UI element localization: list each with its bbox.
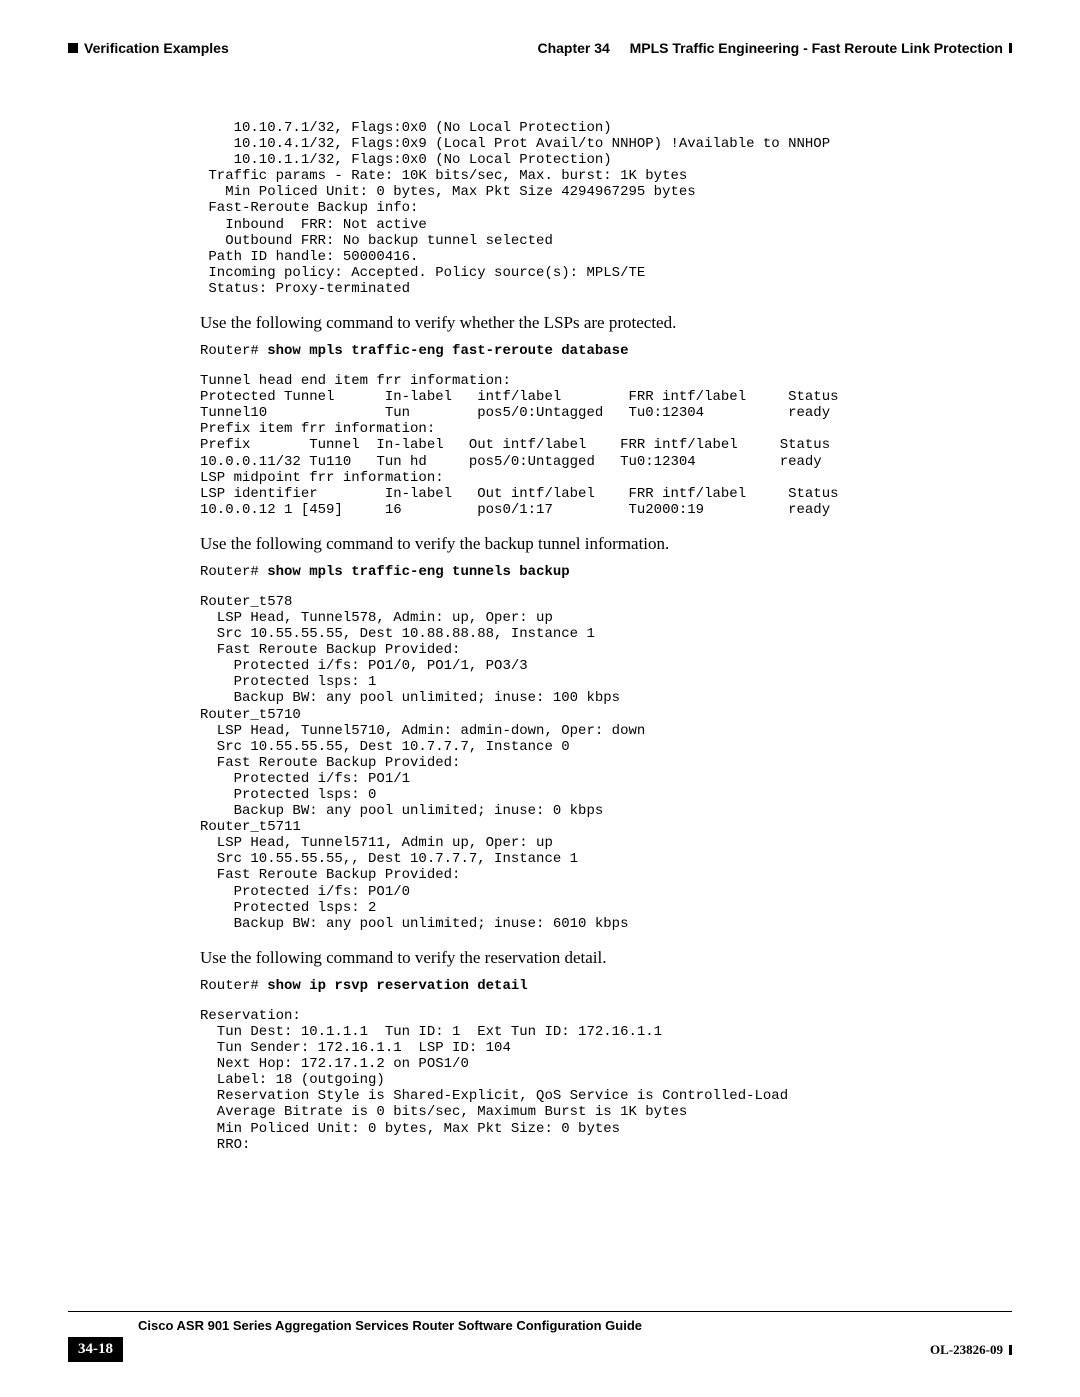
paragraph-1: Use the following command to verify whet… <box>200 313 980 333</box>
section-title: Verification Examples <box>84 40 229 56</box>
paragraph-3: Use the following command to verify the … <box>200 948 980 968</box>
bullet-icon <box>68 43 78 53</box>
page-header: Verification Examples Chapter 34 MPLS Tr… <box>68 40 1012 56</box>
command-line-1: Router# show mpls traffic-eng fast-rerou… <box>200 343 980 359</box>
footer-title-row: Cisco ASR 901 Series Aggregation Service… <box>68 1318 1012 1333</box>
header-bar-icon <box>1009 43 1012 53</box>
guide-title: Cisco ASR 901 Series Aggregation Service… <box>68 1318 642 1333</box>
footer-right: OL-23826-09 <box>930 1342 1012 1358</box>
cmd3-command: show ip rsvp reservation detail <box>267 978 527 994</box>
footer-bottom-row: 34-18 OL-23826-09 <box>68 1337 1012 1362</box>
cmd1-prompt: Router# <box>200 343 267 359</box>
footer-bar-icon <box>1009 1345 1012 1355</box>
code-block-3: Router_t578 LSP Head, Tunnel578, Admin: … <box>200 594 980 932</box>
footer-rule <box>68 1311 1012 1312</box>
page-content: 10.10.7.1/32, Flags:0x0 (No Local Protec… <box>200 120 980 1153</box>
page-number-badge: 34-18 <box>68 1337 123 1362</box>
command-line-2: Router# show mpls traffic-eng tunnels ba… <box>200 564 980 580</box>
cmd2-command: show mpls traffic-eng tunnels backup <box>267 564 569 580</box>
cmd2-prompt: Router# <box>200 564 267 580</box>
page-footer: Cisco ASR 901 Series Aggregation Service… <box>68 1311 1012 1362</box>
chapter-label: Chapter 34 <box>537 40 609 56</box>
code-block-4: Reservation: Tun Dest: 10.1.1.1 Tun ID: … <box>200 1008 980 1153</box>
chapter-title: MPLS Traffic Engineering - Fast Reroute … <box>630 40 1003 56</box>
code-block-2: Tunnel head end item frr information: Pr… <box>200 373 980 518</box>
header-left: Verification Examples <box>68 40 229 56</box>
command-line-3: Router# show ip rsvp reservation detail <box>200 978 980 994</box>
code-block-1: 10.10.7.1/32, Flags:0x0 (No Local Protec… <box>200 120 980 297</box>
cmd3-prompt: Router# <box>200 978 267 994</box>
paragraph-2: Use the following command to verify the … <box>200 534 980 554</box>
cmd1-command: show mpls traffic-eng fast-reroute datab… <box>267 343 628 359</box>
doc-id: OL-23826-09 <box>930 1342 1003 1358</box>
header-right: Chapter 34 MPLS Traffic Engineering - Fa… <box>537 40 1012 56</box>
